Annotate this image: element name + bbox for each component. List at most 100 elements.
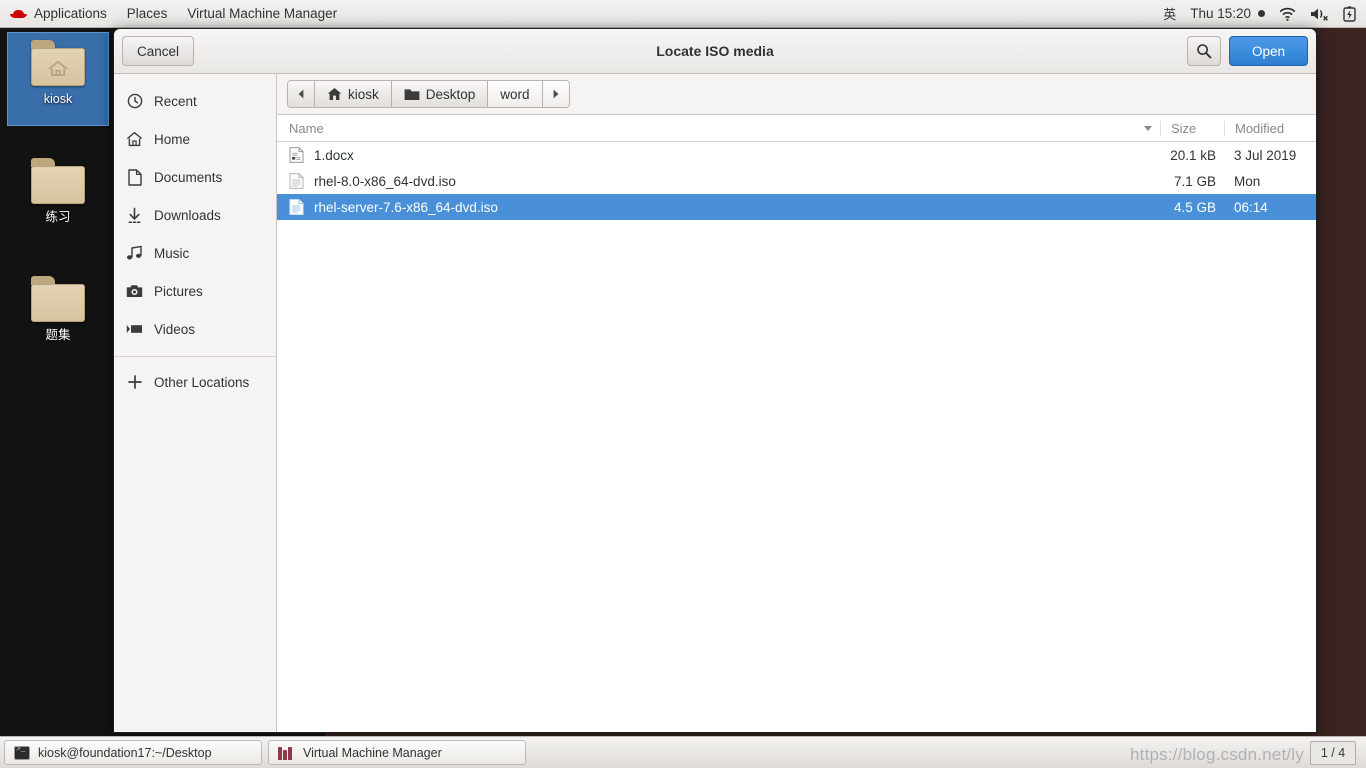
- docx-file-icon: [289, 147, 304, 163]
- desktop-icon-kiosk[interactable]: kiosk: [7, 32, 109, 126]
- file-list[interactable]: 1.docx 20.1 kB 3 Jul 2019 rhel-8.0-x86_6…: [277, 142, 1316, 732]
- sidebar-item-documents[interactable]: Documents: [114, 158, 276, 196]
- file-row-selected[interactable]: rhel-server-7.6-x86_64-dvd.iso 4.5 GB 06…: [277, 194, 1316, 220]
- file-pane: kiosk Desktop word Name Size Modified 1.…: [277, 74, 1316, 732]
- path-back-button[interactable]: [288, 81, 315, 107]
- file-modified: 06:14: [1234, 199, 1268, 215]
- dialog-title: Locate ISO media: [656, 43, 774, 59]
- sidebar-item-pictures[interactable]: Pictures: [114, 272, 276, 310]
- sidebar-item-downloads[interactable]: Downloads: [114, 196, 276, 234]
- file-icon: [289, 173, 304, 189]
- home-glyph-icon: [48, 60, 68, 76]
- file-row[interactable]: rhel-8.0-x86_64-dvd.iso 7.1 GB Mon: [277, 168, 1316, 194]
- places-menu[interactable]: Places: [117, 0, 178, 27]
- battery-charging-icon[interactable]: [1343, 5, 1356, 22]
- sidebar-separator: [114, 356, 276, 357]
- sidebar-item-label: Pictures: [154, 283, 203, 299]
- column-headers: Name Size Modified: [277, 115, 1316, 142]
- folder-icon: [30, 276, 86, 322]
- breadcrumb-kiosk[interactable]: kiosk: [315, 81, 392, 107]
- places-sidebar: Recent Home Documents Downloads Music Pi…: [114, 74, 277, 732]
- sidebar-item-label: Downloads: [154, 207, 221, 223]
- column-header-size[interactable]: Size: [1160, 120, 1224, 136]
- sidebar-item-label: Videos: [154, 321, 196, 337]
- file-modified: Mon: [1234, 173, 1261, 189]
- file-icon: [289, 199, 304, 215]
- folder-icon: [404, 88, 420, 100]
- breadcrumb-word[interactable]: word: [488, 81, 543, 107]
- places-menu-label: Places: [126, 6, 168, 21]
- taskbar-item-label: Virtual Machine Manager: [303, 745, 442, 760]
- home-folder-icon: [30, 40, 86, 86]
- sidebar-item-videos[interactable]: Videos: [114, 310, 276, 348]
- workspace-switcher[interactable]: 1 / 4: [1310, 740, 1356, 765]
- clock-icon: [126, 93, 143, 110]
- document-icon: [126, 168, 143, 186]
- wifi-icon[interactable]: [1279, 7, 1296, 21]
- sidebar-item-label: Recent: [154, 93, 197, 109]
- file-name: 1.docx: [314, 147, 354, 163]
- sort-descending-icon: [1144, 125, 1152, 131]
- taskbar-item-label: kiosk@foundation17:~/Desktop: [38, 745, 212, 760]
- breadcrumb-label: word: [500, 86, 530, 102]
- cancel-button[interactable]: Cancel: [122, 36, 195, 66]
- applications-menu[interactable]: Applications: [0, 0, 117, 27]
- desktop-icon-folder-1[interactable]: 练习: [8, 151, 108, 243]
- sidebar-item-label: Home: [154, 131, 191, 147]
- path-forward-button[interactable]: [542, 81, 569, 107]
- window-menu-label: Virtual Machine Manager: [187, 6, 338, 21]
- taskbar-item-terminal[interactable]: kiosk@foundation17:~/Desktop: [4, 740, 262, 765]
- file-size: 7.1 GB: [1173, 173, 1216, 189]
- sidebar-item-label: Music: [154, 245, 190, 261]
- download-icon: [126, 207, 143, 224]
- sidebar-item-home[interactable]: Home: [114, 120, 276, 158]
- sidebar-item-music[interactable]: Music: [114, 234, 276, 272]
- window-menu-vmm[interactable]: Virtual Machine Manager: [177, 0, 347, 27]
- top-bar: Applications Places Virtual Machine Mana…: [0, 0, 1366, 28]
- file-size: 4.5 GB: [1173, 199, 1216, 215]
- desktop-icon-label: 题集: [45, 328, 71, 342]
- desktop-icon-label: 练习: [45, 210, 71, 224]
- desktop-icon-folder-2[interactable]: 题集: [8, 269, 108, 361]
- file-modified: 3 Jul 2019: [1234, 147, 1297, 163]
- applications-menu-label: Applications: [34, 6, 107, 21]
- notification-dot-icon: [1258, 10, 1265, 17]
- breadcrumb-desktop[interactable]: Desktop: [391, 81, 489, 107]
- breadcrumb: kiosk Desktop word: [287, 80, 570, 108]
- column-header-name[interactable]: Name: [277, 121, 1160, 136]
- music-note-icon: [126, 245, 143, 262]
- folder-icon: [30, 158, 86, 204]
- vmm-icon: [278, 746, 295, 760]
- search-icon: [1197, 44, 1212, 59]
- breadcrumb-label: Desktop: [425, 86, 476, 102]
- dialog-header-bar: Cancel Locate ISO media Open: [114, 29, 1316, 74]
- redhat-logo-icon: [10, 7, 27, 20]
- file-size: 20.1 kB: [1170, 147, 1216, 163]
- sidebar-item-label: Other Locations: [154, 374, 250, 390]
- file-row[interactable]: 1.docx 20.1 kB 3 Jul 2019: [277, 142, 1316, 168]
- taskbar: kiosk@foundation17:~/Desktop Virtual Mac…: [0, 736, 1366, 768]
- home-icon: [126, 131, 143, 148]
- file-name: rhel-server-7.6-x86_64-dvd.iso: [314, 199, 498, 215]
- taskbar-item-vmm[interactable]: Virtual Machine Manager: [268, 740, 526, 765]
- chevron-right-icon: [553, 89, 558, 99]
- home-icon: [327, 88, 342, 100]
- sidebar-item-recent[interactable]: Recent: [114, 82, 276, 120]
- chevron-left-icon: [298, 89, 304, 99]
- search-button[interactable]: [1186, 36, 1221, 66]
- file-name: rhel-8.0-x86_64-dvd.iso: [314, 173, 456, 189]
- volume-muted-icon[interactable]: [1310, 7, 1329, 21]
- input-method-indicator[interactable]: 英: [1163, 4, 1176, 23]
- camera-icon: [126, 283, 143, 300]
- column-header-modified[interactable]: Modified: [1224, 120, 1316, 136]
- path-bar: kiosk Desktop word: [277, 74, 1316, 115]
- clock[interactable]: Thu 15:20: [1190, 6, 1265, 21]
- breadcrumb-label: kiosk: [348, 86, 379, 102]
- video-icon: [126, 321, 143, 338]
- open-button[interactable]: Open: [1228, 36, 1308, 66]
- sidebar-item-other-locations[interactable]: Other Locations: [114, 363, 276, 401]
- sidebar-item-label: Documents: [154, 169, 223, 185]
- desktop-icon-label: kiosk: [43, 92, 73, 106]
- plus-icon: [126, 374, 143, 391]
- terminal-icon: [14, 745, 30, 760]
